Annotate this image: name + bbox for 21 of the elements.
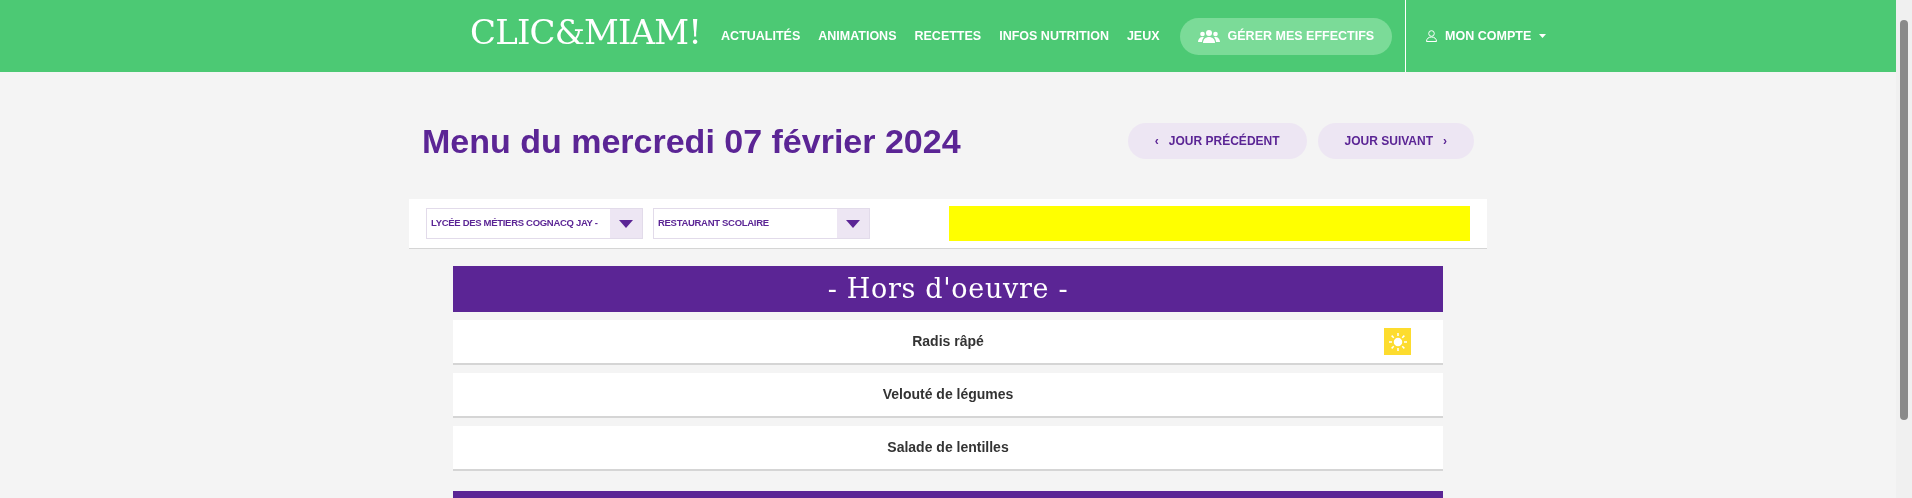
select-dropdown[interactable]: LYCÉE DES MÉTIERS COGNACQ JAY - (426, 208, 643, 239)
section-header: - Hors d'oeuvre - (453, 266, 1443, 312)
page-title: Menu du mercredi 07 février 2024 (422, 120, 961, 162)
select-dropdown[interactable]: RESTAURANT SCOLAIRE (653, 208, 870, 239)
people-icon (1197, 29, 1220, 43)
nav-link[interactable]: JEUX (1126, 26, 1160, 46)
dish-name: Radis râpé (912, 332, 984, 351)
manage-staff-button[interactable]: GÉRER MES EFFECTIFS (1179, 17, 1393, 55)
previous-day-button[interactable]: ‹ JOUR PRÉCÉDENT (1127, 123, 1307, 159)
nav-link[interactable]: INFOS NUTRITION (999, 26, 1109, 46)
caret-icon (1539, 34, 1547, 38)
next-day-button[interactable]: JOUR SUIVANT › (1317, 123, 1474, 159)
dish-name: Salade de lentilles (887, 438, 1009, 457)
account-menu[interactable]: MON COMPTE (1426, 26, 1547, 46)
logo[interactable]: CLIC&MIAM! (470, 6, 702, 66)
dish-name: Velouté de légumes (882, 385, 1014, 404)
user-icon (1426, 30, 1438, 42)
nav-link[interactable]: ACTUALITÉS (721, 26, 801, 46)
nav-link[interactable]: ANIMATIONS (818, 26, 897, 46)
sun-badge-icon (1384, 328, 1411, 355)
nav-link[interactable]: RECETTES (914, 26, 982, 46)
